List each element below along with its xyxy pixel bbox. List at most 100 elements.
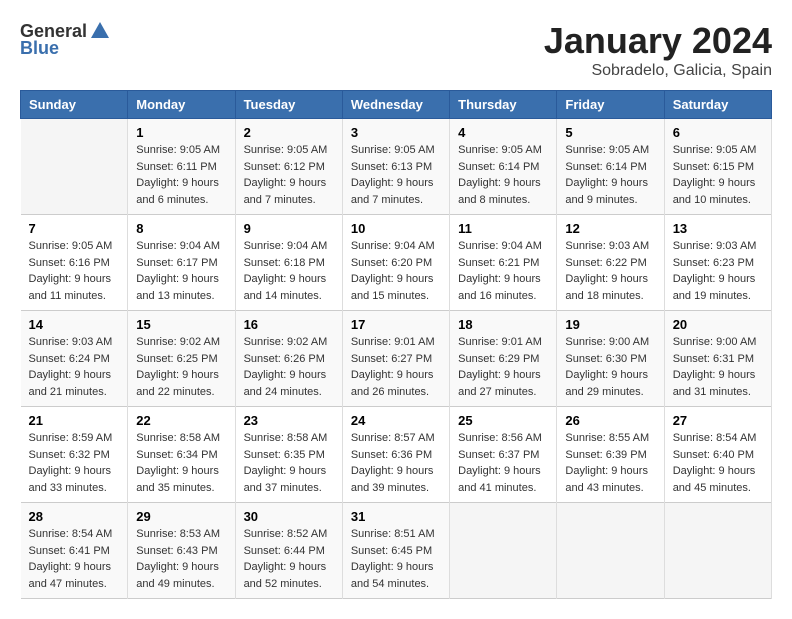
calendar-cell: 16 Sunrise: 9:02 AM Sunset: 6:26 PM Dayl… (235, 311, 342, 407)
calendar-cell (21, 119, 128, 215)
sunset: Sunset: 6:12 PM (244, 161, 325, 173)
week-row-5: 28 Sunrise: 8:54 AM Sunset: 6:41 PM Dayl… (21, 503, 772, 599)
daylight: Daylight: 9 hours and 45 minutes. (673, 465, 756, 494)
calendar-cell (557, 503, 664, 599)
day-info: Sunrise: 9:05 AM Sunset: 6:14 PM Dayligh… (565, 142, 655, 208)
day-info: Sunrise: 8:55 AM Sunset: 6:39 PM Dayligh… (565, 430, 655, 496)
day-number: 1 (136, 125, 226, 140)
sunrise: Sunrise: 9:04 AM (244, 240, 328, 252)
calendar-cell (450, 503, 557, 599)
calendar-cell: 23 Sunrise: 8:58 AM Sunset: 6:35 PM Dayl… (235, 407, 342, 503)
day-number: 5 (565, 125, 655, 140)
sunrise: Sunrise: 8:57 AM (351, 432, 435, 444)
sunrise: Sunrise: 8:58 AM (244, 432, 328, 444)
sunset: Sunset: 6:45 PM (351, 545, 432, 557)
sunset: Sunset: 6:35 PM (244, 449, 325, 461)
calendar-cell: 26 Sunrise: 8:55 AM Sunset: 6:39 PM Dayl… (557, 407, 664, 503)
day-info: Sunrise: 8:56 AM Sunset: 6:37 PM Dayligh… (458, 430, 548, 496)
calendar-cell: 22 Sunrise: 8:58 AM Sunset: 6:34 PM Dayl… (128, 407, 235, 503)
calendar-cell (664, 503, 771, 599)
daylight: Daylight: 9 hours and 9 minutes. (565, 177, 648, 206)
week-row-1: 1 Sunrise: 9:05 AM Sunset: 6:11 PM Dayli… (21, 119, 772, 215)
day-number: 7 (29, 221, 120, 236)
day-info: Sunrise: 9:02 AM Sunset: 6:25 PM Dayligh… (136, 334, 226, 400)
page-header: General Blue January 2024 Sobradelo, Gal… (20, 20, 772, 80)
day-number: 20 (673, 317, 763, 332)
calendar-cell: 5 Sunrise: 9:05 AM Sunset: 6:14 PM Dayli… (557, 119, 664, 215)
daylight: Daylight: 9 hours and 10 minutes. (673, 177, 756, 206)
daylight: Daylight: 9 hours and 11 minutes. (29, 273, 112, 302)
day-number: 2 (244, 125, 334, 140)
day-info: Sunrise: 8:58 AM Sunset: 6:34 PM Dayligh… (136, 430, 226, 496)
sunset: Sunset: 6:16 PM (29, 257, 110, 269)
day-info: Sunrise: 9:04 AM Sunset: 6:21 PM Dayligh… (458, 238, 548, 304)
daylight: Daylight: 9 hours and 18 minutes. (565, 273, 648, 302)
day-number: 25 (458, 413, 548, 428)
daylight: Daylight: 9 hours and 27 minutes. (458, 369, 541, 398)
sunset: Sunset: 6:13 PM (351, 161, 432, 173)
sunset: Sunset: 6:36 PM (351, 449, 432, 461)
day-number: 14 (29, 317, 120, 332)
day-number: 19 (565, 317, 655, 332)
sunset: Sunset: 6:31 PM (673, 353, 754, 365)
daylight: Daylight: 9 hours and 37 minutes. (244, 465, 327, 494)
calendar-cell: 21 Sunrise: 8:59 AM Sunset: 6:32 PM Dayl… (21, 407, 128, 503)
day-number: 29 (136, 509, 226, 524)
day-info: Sunrise: 9:05 AM Sunset: 6:13 PM Dayligh… (351, 142, 441, 208)
sunrise: Sunrise: 9:00 AM (565, 336, 649, 348)
logo: General Blue (20, 20, 111, 59)
sunset: Sunset: 6:15 PM (673, 161, 754, 173)
sunrise: Sunrise: 9:04 AM (136, 240, 220, 252)
daylight: Daylight: 9 hours and 24 minutes. (244, 369, 327, 398)
day-info: Sunrise: 8:53 AM Sunset: 6:43 PM Dayligh… (136, 526, 226, 592)
day-info: Sunrise: 9:05 AM Sunset: 6:16 PM Dayligh… (29, 238, 120, 304)
day-info: Sunrise: 9:04 AM Sunset: 6:17 PM Dayligh… (136, 238, 226, 304)
sunrise: Sunrise: 9:05 AM (351, 144, 435, 156)
day-number: 10 (351, 221, 441, 236)
calendar-cell: 1 Sunrise: 9:05 AM Sunset: 6:11 PM Dayli… (128, 119, 235, 215)
day-info: Sunrise: 9:02 AM Sunset: 6:26 PM Dayligh… (244, 334, 334, 400)
calendar-cell: 12 Sunrise: 9:03 AM Sunset: 6:22 PM Dayl… (557, 215, 664, 311)
day-number: 21 (29, 413, 120, 428)
day-info: Sunrise: 9:00 AM Sunset: 6:30 PM Dayligh… (565, 334, 655, 400)
sunset: Sunset: 6:26 PM (244, 353, 325, 365)
day-info: Sunrise: 9:04 AM Sunset: 6:20 PM Dayligh… (351, 238, 441, 304)
main-title: January 2024 (544, 20, 772, 62)
day-number: 17 (351, 317, 441, 332)
daylight: Daylight: 9 hours and 21 minutes. (29, 369, 112, 398)
day-info: Sunrise: 9:05 AM Sunset: 6:14 PM Dayligh… (458, 142, 548, 208)
daylight: Daylight: 9 hours and 35 minutes. (136, 465, 219, 494)
day-number: 12 (565, 221, 655, 236)
sunset: Sunset: 6:27 PM (351, 353, 432, 365)
daylight: Daylight: 9 hours and 52 minutes. (244, 561, 327, 590)
sunset: Sunset: 6:22 PM (565, 257, 646, 269)
day-number: 22 (136, 413, 226, 428)
sunset: Sunset: 6:18 PM (244, 257, 325, 269)
calendar-cell: 11 Sunrise: 9:04 AM Sunset: 6:21 PM Dayl… (450, 215, 557, 311)
column-header-monday: Monday (128, 91, 235, 119)
sunrise: Sunrise: 9:05 AM (458, 144, 542, 156)
sunrise: Sunrise: 9:02 AM (244, 336, 328, 348)
daylight: Daylight: 9 hours and 54 minutes. (351, 561, 434, 590)
day-info: Sunrise: 8:52 AM Sunset: 6:44 PM Dayligh… (244, 526, 334, 592)
day-info: Sunrise: 9:01 AM Sunset: 6:29 PM Dayligh… (458, 334, 548, 400)
sunrise: Sunrise: 8:58 AM (136, 432, 220, 444)
day-number: 26 (565, 413, 655, 428)
calendar-cell: 15 Sunrise: 9:02 AM Sunset: 6:25 PM Dayl… (128, 311, 235, 407)
sunset: Sunset: 6:44 PM (244, 545, 325, 557)
calendar-cell: 10 Sunrise: 9:04 AM Sunset: 6:20 PM Dayl… (342, 215, 449, 311)
sunset: Sunset: 6:14 PM (565, 161, 646, 173)
sunrise: Sunrise: 9:01 AM (351, 336, 435, 348)
calendar-cell: 29 Sunrise: 8:53 AM Sunset: 6:43 PM Dayl… (128, 503, 235, 599)
day-info: Sunrise: 9:03 AM Sunset: 6:23 PM Dayligh… (673, 238, 763, 304)
calendar-cell: 19 Sunrise: 9:00 AM Sunset: 6:30 PM Dayl… (557, 311, 664, 407)
column-header-saturday: Saturday (664, 91, 771, 119)
calendar-cell: 27 Sunrise: 8:54 AM Sunset: 6:40 PM Dayl… (664, 407, 771, 503)
calendar-table: SundayMondayTuesdayWednesdayThursdayFrid… (20, 90, 772, 599)
sunrise: Sunrise: 8:56 AM (458, 432, 542, 444)
day-number: 9 (244, 221, 334, 236)
day-info: Sunrise: 9:05 AM Sunset: 6:11 PM Dayligh… (136, 142, 226, 208)
sunset: Sunset: 6:34 PM (136, 449, 217, 461)
week-row-4: 21 Sunrise: 8:59 AM Sunset: 6:32 PM Dayl… (21, 407, 772, 503)
sunrise: Sunrise: 8:55 AM (565, 432, 649, 444)
